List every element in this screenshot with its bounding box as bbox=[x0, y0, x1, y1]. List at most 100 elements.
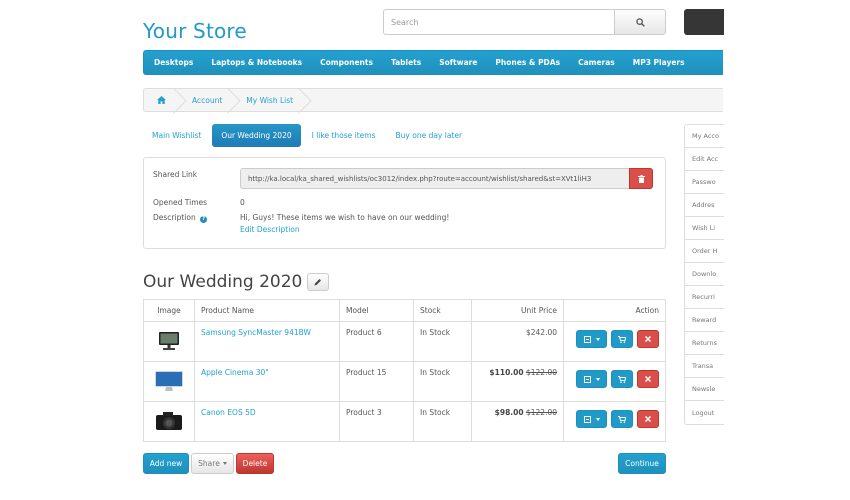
product-price: $98.00 bbox=[494, 408, 524, 417]
add-to-cart-button[interactable] bbox=[611, 330, 633, 348]
opened-times-value: 0 bbox=[240, 198, 245, 207]
cart-button[interactable] bbox=[684, 9, 724, 35]
store-logo[interactable]: Your Store bbox=[143, 19, 247, 43]
menu-item-laptops[interactable]: Laptops & Notebooks bbox=[211, 58, 302, 67]
product-price-cell: $110.00 $122.00 bbox=[471, 361, 564, 402]
sidebar-item-address-book[interactable]: Addres bbox=[685, 194, 724, 217]
breadcrumb: Account My Wish List bbox=[143, 88, 723, 112]
table-row: Canon EOS 5D Product 3 In Stock $98.00 $… bbox=[143, 401, 666, 442]
product-actions bbox=[563, 361, 666, 402]
close-icon bbox=[645, 336, 651, 342]
table-row: Samsung SyncMaster 941BW Product 6 In St… bbox=[143, 321, 666, 362]
sidebar-item-transactions[interactable]: Transa bbox=[685, 355, 724, 378]
close-icon bbox=[645, 416, 651, 422]
product-name-link[interactable]: Samsung SyncMaster 941BW bbox=[201, 328, 311, 337]
sidebar-item-recurring[interactable]: Recurri bbox=[685, 286, 724, 309]
product-model: Product 6 bbox=[339, 321, 414, 362]
product-old-price: $122.00 bbox=[525, 368, 557, 377]
remove-product-button[interactable] bbox=[637, 370, 659, 388]
col-action: Action bbox=[563, 299, 666, 322]
col-model: Model bbox=[339, 299, 414, 322]
product-price-cell: $98.00 $122.00 bbox=[471, 401, 564, 442]
sidebar-item-my-account[interactable]: My Acco bbox=[685, 125, 724, 148]
chevron-down-icon bbox=[222, 462, 227, 465]
sidebar-item-logout[interactable]: Logout bbox=[685, 401, 724, 424]
menu-item-components[interactable]: Components bbox=[320, 58, 373, 67]
remove-product-button[interactable] bbox=[637, 410, 659, 428]
sidebar-item-order-history[interactable]: Order H bbox=[685, 240, 724, 263]
product-model: Product 3 bbox=[339, 401, 414, 442]
product-image-cell bbox=[143, 361, 195, 402]
sidebar-item-downloads[interactable]: Downlo bbox=[685, 263, 724, 286]
wishlist-info-panel: Shared Link http://ka.local/ka_shared_wi… bbox=[143, 157, 666, 249]
wishlist-title: Our Wedding 2020 bbox=[143, 272, 303, 292]
menu-item-phones[interactable]: Phones & PDAs bbox=[495, 58, 560, 67]
product-price: $110.00 bbox=[489, 368, 524, 377]
product-old-price: $122.00 bbox=[525, 408, 557, 417]
wishlist-title-row: Our Wedding 2020 bbox=[143, 272, 330, 292]
product-name-cell: Canon EOS 5D bbox=[194, 401, 340, 442]
menu-item-mp3[interactable]: MP3 Players bbox=[633, 58, 685, 67]
shared-link-label: Shared Link bbox=[153, 170, 198, 179]
product-name-link[interactable]: Apple Cinema 30" bbox=[201, 368, 269, 377]
sidebar-item-edit-account[interactable]: Edit Acc bbox=[685, 148, 724, 171]
menu-item-tablets[interactable]: Tablets bbox=[391, 58, 421, 67]
pencil-icon bbox=[314, 279, 322, 286]
tab-main-wishlist[interactable]: Main Wishlist bbox=[143, 124, 210, 147]
search-input[interactable] bbox=[383, 9, 614, 35]
move-to-wishlist-button[interactable] bbox=[576, 370, 607, 388]
share-dropdown-button[interactable]: Share bbox=[191, 453, 234, 474]
monitor-thumbnail[interactable] bbox=[158, 331, 180, 351]
trash-icon bbox=[637, 174, 645, 183]
delete-link-button[interactable] bbox=[629, 168, 653, 189]
edit-description-link[interactable]: Edit Description bbox=[240, 225, 300, 234]
close-icon bbox=[645, 376, 651, 382]
move-icon bbox=[583, 375, 591, 383]
product-stock: In Stock bbox=[413, 321, 472, 362]
tab-buy-one-day-later[interactable]: Buy one day later bbox=[387, 124, 472, 147]
move-to-wishlist-button[interactable] bbox=[576, 330, 607, 348]
shared-link-field[interactable]: http://ka.local/ka_shared_wishlists/oc30… bbox=[240, 168, 629, 189]
description-value: Hi, Guys! These items we wish to have on… bbox=[240, 213, 450, 222]
search-button[interactable] bbox=[614, 9, 666, 35]
sidebar-item-password[interactable]: Passwo bbox=[685, 171, 724, 194]
col-stock: Stock bbox=[413, 299, 472, 322]
cinema-display-thumbnail[interactable] bbox=[154, 370, 184, 392]
cart-icon bbox=[618, 375, 626, 383]
cart-icon bbox=[618, 335, 626, 343]
continue-button[interactable]: Continue bbox=[618, 453, 666, 474]
product-name-link[interactable]: Canon EOS 5D bbox=[201, 408, 256, 417]
cart-icon bbox=[618, 415, 626, 423]
add-to-cart-button[interactable] bbox=[611, 410, 633, 428]
chevron-down-icon bbox=[595, 417, 600, 421]
product-stock: In Stock bbox=[413, 401, 472, 442]
edit-title-button[interactable] bbox=[307, 273, 330, 291]
add-new-button[interactable]: Add new bbox=[143, 453, 189, 474]
opened-times-label: Opened Times bbox=[153, 198, 208, 207]
wishlist-tabs: Main Wishlist Our Wedding 2020 I like th… bbox=[143, 124, 473, 147]
tab-i-like-those-items[interactable]: I like those items bbox=[303, 124, 385, 147]
sidebar-item-returns[interactable]: Returns bbox=[685, 332, 724, 355]
delete-wishlist-button[interactable]: Delete bbox=[236, 453, 274, 474]
product-price: $242.00 bbox=[525, 328, 557, 337]
question-icon[interactable]: ? bbox=[200, 215, 208, 223]
menu-item-desktops[interactable]: Desktops bbox=[154, 58, 193, 67]
col-product-name: Product Name bbox=[194, 299, 340, 322]
sidebar-item-wish-list[interactable]: Wish Li bbox=[685, 217, 724, 240]
tab-our-wedding-2020[interactable]: Our Wedding 2020 bbox=[212, 124, 301, 147]
sidebar-item-newsletter[interactable]: Newsle bbox=[685, 378, 724, 401]
remove-product-button[interactable] bbox=[637, 330, 659, 348]
product-actions bbox=[563, 321, 666, 362]
col-unit-price: Unit Price bbox=[471, 299, 564, 322]
product-stock: In Stock bbox=[413, 361, 472, 402]
menu-item-software[interactable]: Software bbox=[439, 58, 477, 67]
add-to-cart-button[interactable] bbox=[611, 370, 633, 388]
move-to-wishlist-button[interactable] bbox=[576, 410, 607, 428]
product-name-cell: Apple Cinema 30" bbox=[194, 361, 340, 402]
camera-thumbnail[interactable] bbox=[154, 410, 184, 432]
sidebar-item-reward[interactable]: Reward bbox=[685, 309, 724, 332]
move-icon bbox=[583, 415, 591, 423]
product-image-cell bbox=[143, 401, 195, 442]
menu-item-cameras[interactable]: Cameras bbox=[578, 58, 615, 67]
product-name-cell: Samsung SyncMaster 941BW bbox=[194, 321, 340, 362]
